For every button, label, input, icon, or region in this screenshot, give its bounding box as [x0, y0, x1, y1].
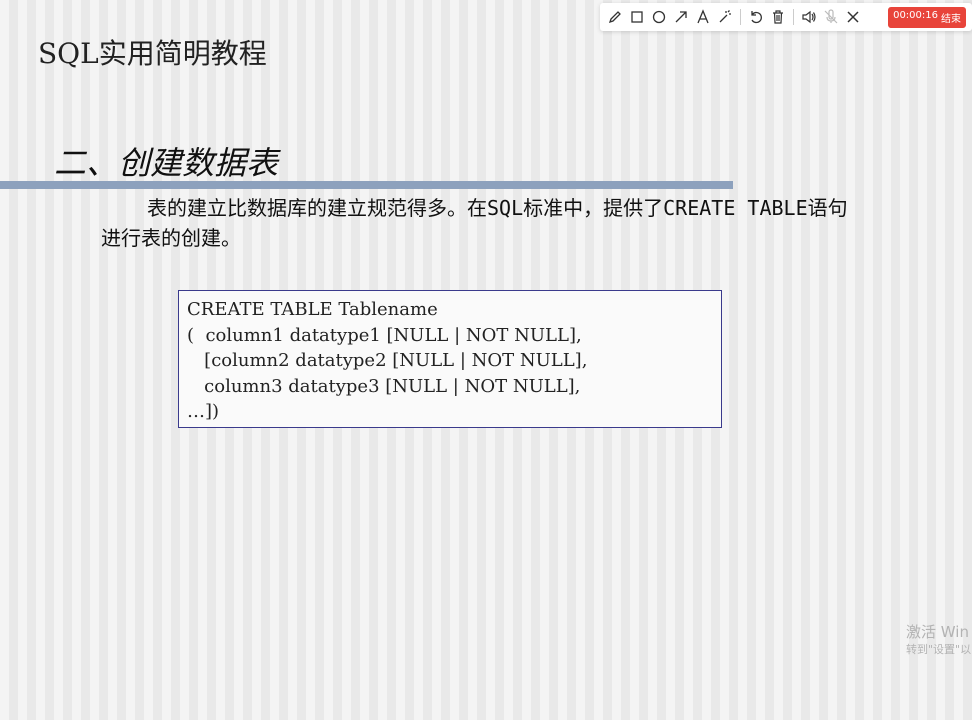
section-heading: 二、创建数据表	[54, 142, 279, 186]
code-line: column3 datatype3 [NULL | NOT NULL],	[187, 375, 581, 397]
arrow-icon[interactable]	[670, 6, 692, 28]
watermark-line: 转到"设置"以	[906, 643, 972, 656]
mic-off-icon[interactable]	[820, 6, 842, 28]
code-line: ( column1 datatype1 [NULL | NOT NULL],	[187, 324, 582, 346]
text-icon[interactable]	[692, 6, 714, 28]
code-block: CREATE TABLE Tablename ( column1 datatyp…	[178, 290, 722, 428]
code-line: …])	[187, 401, 220, 422]
code-line: [column2 datatype2 [NULL | NOT NULL],	[187, 350, 588, 371]
speaker-icon[interactable]	[798, 6, 820, 28]
body-text: 表的建立比数据库的建立规范得多。在SQL标准中，提供了CREATE TABLE语…	[101, 196, 848, 250]
activation-watermark: 激活 Win 转到"设置"以	[906, 622, 971, 658]
presentation-toolbar: 00:00:16 结束	[600, 3, 972, 31]
close-icon[interactable]	[842, 6, 864, 28]
toolbar-divider	[740, 9, 741, 25]
watermark-line: 激活 Win	[906, 623, 969, 641]
undo-icon[interactable]	[745, 6, 767, 28]
magic-wand-icon[interactable]	[714, 6, 736, 28]
timer-value: 00:00:16	[893, 9, 938, 21]
circle-icon[interactable]	[648, 6, 670, 28]
recording-timer-button[interactable]: 00:00:16 结束	[888, 6, 966, 28]
toolbar-divider	[793, 9, 794, 25]
code-line: CREATE TABLE Tablename	[187, 299, 438, 320]
end-label: 结束	[941, 13, 961, 25]
slide-title: SQL实用简明教程	[38, 37, 267, 70]
pencil-icon[interactable]	[604, 6, 626, 28]
divider-bar	[0, 181, 733, 189]
rectangle-icon[interactable]	[626, 6, 648, 28]
trash-icon[interactable]	[767, 6, 789, 28]
